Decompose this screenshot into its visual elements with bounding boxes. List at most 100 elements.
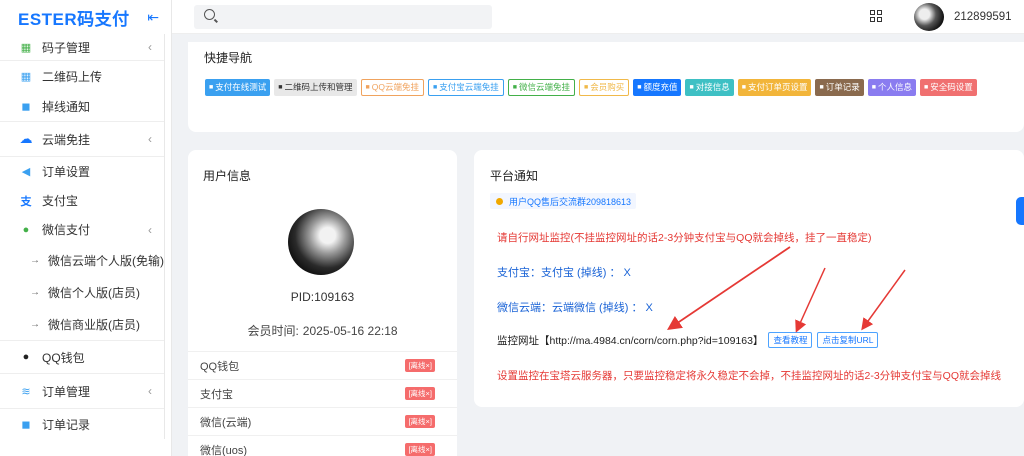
button-icon: ■ bbox=[637, 84, 642, 91]
sidebar-item-label: 码子管理 bbox=[42, 40, 91, 55]
sidebar-item-offline-notice[interactable]: ◼ 掉线通知 bbox=[0, 91, 164, 121]
sidebar-item-alipay[interactable]: 支 支付宝 bbox=[0, 186, 164, 215]
monitor-url-line: 监控网址【http://ma.4984.cn/corn/corn.php?id=… bbox=[497, 332, 879, 348]
sidebar-item-wechat-personal-clerk[interactable]: → 微信个人版(店员) bbox=[0, 276, 164, 308]
sidebar-item-order-management[interactable]: ≋ 订单管理 ‹ bbox=[0, 374, 164, 408]
quick-nav-button[interactable]: ■ 支付在线测试 bbox=[205, 79, 271, 96]
sidebar-item-code-management[interactable]: ▦ 码子管理 ‹ bbox=[0, 34, 164, 60]
sidebar-item-label: QQ钱包 bbox=[42, 350, 85, 365]
notice-line: 请自行网址监控(不挂监控网址的话2-3分钟支付宝与QQ就会掉线，挂了一直稳定) bbox=[497, 232, 872, 244]
sidebar-item-cloud[interactable]: ☁ 云端免挂 ‹ bbox=[0, 122, 164, 156]
notice-line: 设置监控在宝塔云服务器，只要监控稳定将永久稳定不会掉，不挂监控网址的话2-3分钟… bbox=[497, 370, 1002, 382]
button-icon: ■ bbox=[365, 84, 370, 91]
megaphone-icon: ◀ bbox=[21, 166, 31, 178]
qq-group-tag[interactable]: 用户QQ售后交流群209818613 bbox=[490, 193, 637, 209]
quick-nav-button[interactable]: ■ 微信云端免挂 bbox=[507, 79, 575, 96]
quick-nav-button-label: 微信云端免挂 bbox=[518, 82, 570, 92]
dot-icon bbox=[496, 197, 503, 205]
wechat-icon: ● bbox=[22, 223, 30, 236]
sidebar-item-wechat-pay[interactable]: ● 微信支付 ‹ bbox=[0, 215, 164, 244]
sidebar-item-label: 订单管理 bbox=[42, 384, 91, 399]
quick-nav-button[interactable]: ■ 额度充值 bbox=[633, 79, 682, 96]
button-icon: ■ bbox=[871, 84, 876, 91]
top-header: 212899591 bbox=[172, 0, 1024, 34]
quick-nav-button[interactable]: ■ 支付订单页设置 bbox=[737, 79, 812, 96]
sidebar-menu: ▦ 码子管理 ‹ ▦ 二维码上传 ◼ 掉线通知 ☁ 云端免挂 ‹ ◀ 订单设置 … bbox=[0, 34, 165, 439]
avatar[interactable] bbox=[914, 3, 944, 31]
channel-label: 微信(云端) bbox=[200, 416, 252, 429]
apps-grid-icon[interactable] bbox=[870, 10, 882, 22]
user-info-card: 用户信息 PID:109163 会员时间: 2025-05-16 22:18 QQ… bbox=[188, 150, 457, 456]
sidebar-item-order-settings[interactable]: ◀ 订单设置 bbox=[0, 157, 164, 186]
channel-label: QQ钱包 bbox=[200, 360, 240, 373]
status-badge: [离线×] bbox=[405, 359, 435, 372]
quick-nav-button[interactable]: ■ 安全码设置 bbox=[919, 79, 977, 96]
member-label: 会员时间: bbox=[247, 324, 299, 338]
arrow-right-icon: → bbox=[30, 286, 40, 298]
search-input[interactable] bbox=[194, 5, 492, 29]
button-icon: ■ bbox=[689, 84, 694, 91]
sidebar-item-label: 订单记录 bbox=[42, 417, 91, 432]
sidebar-item-label: 支付宝 bbox=[42, 194, 79, 208]
quick-nav-button-label: 支付宝云端免挂 bbox=[439, 82, 499, 92]
brand: ESTER码支付 ⇤ bbox=[0, 0, 171, 34]
quick-nav-button[interactable]: ■ 支付宝云端免挂 bbox=[427, 79, 504, 96]
quick-nav-card: 快捷导航 ■ 支付在线测试 ■ 二维码上传和管理 ■ QQ云端免挂 ■ 支付宝云端免挂 ■ 微信云… bbox=[188, 42, 1024, 132]
collapse-sidebar-icon[interactable]: ⇤ bbox=[147, 9, 159, 26]
sidebar-item-wechat-cloud-personal[interactable]: → 微信云端个人版(免输) bbox=[0, 244, 164, 276]
quick-nav-button[interactable]: ■ 对接信息 bbox=[685, 79, 734, 96]
grid-icon: ▦ bbox=[20, 41, 32, 54]
sidebar-item-label: 微信支付 bbox=[42, 223, 91, 237]
sidebar-item-label: 掉线通知 bbox=[42, 99, 91, 114]
quick-nav-button[interactable]: ■ 二维码上传和管理 bbox=[274, 79, 357, 96]
avatar bbox=[288, 209, 354, 275]
floating-side-button[interactable] bbox=[1016, 197, 1024, 225]
quick-nav-button-label: 额度充值 bbox=[643, 82, 678, 92]
list-item: 支付宝 [离线×] bbox=[188, 379, 457, 407]
quick-nav-title: 快捷导航 bbox=[204, 51, 253, 65]
list-item: QQ钱包 [离线×] bbox=[188, 351, 457, 379]
quick-nav-button[interactable]: ■ QQ云端免挂 bbox=[360, 79, 424, 96]
button-icon: ■ bbox=[432, 84, 438, 91]
sidebar-item-order-records[interactable]: ◼ 订单记录 bbox=[0, 409, 164, 439]
quick-nav-button-label: 二维码上传和管理 bbox=[284, 82, 353, 92]
sidebar-item-qq-wallet[interactable]: ● QQ钱包 bbox=[0, 341, 164, 373]
pid: PID:109163 bbox=[290, 290, 355, 304]
chevron-left-icon: ‹ bbox=[148, 40, 152, 54]
quick-nav-button[interactable]: ■ 会员购买 bbox=[578, 79, 630, 96]
quick-nav-buttons: ■ 支付在线测试 ■ 二维码上传和管理 ■ QQ云端免挂 ■ 支付宝云端免挂 ■ 微信云端免挂 ■ 会… bbox=[205, 79, 1005, 96]
channel-label: 微信(uos) bbox=[200, 444, 248, 456]
sidebar-item-label: 订单设置 bbox=[42, 165, 91, 179]
quick-nav-button-label: QQ云端免挂 bbox=[371, 82, 419, 92]
quick-nav-button-label: 对接信息 bbox=[695, 82, 730, 92]
quick-nav-button-label: 支付订单页设置 bbox=[747, 82, 808, 92]
channel-label: 支付宝 bbox=[200, 388, 233, 401]
quick-nav-button[interactable]: ■ 个人信息 bbox=[867, 79, 916, 96]
sidebar: ESTER码支付 ⇤ ▦ 码子管理 ‹ ▦ 二维码上传 ◼ 掉线通知 ☁ 云端免… bbox=[0, 0, 172, 456]
qq-group-text: 用户QQ售后交流群209818613 bbox=[509, 196, 632, 207]
status-badge: [离线×] bbox=[405, 443, 435, 456]
button-icon: ■ bbox=[278, 84, 283, 91]
alipay-icon: 支 bbox=[20, 195, 32, 208]
chevron-left-icon: ‹ bbox=[148, 384, 152, 398]
status-badge: [离线×] bbox=[405, 387, 435, 400]
button-icon: ■ bbox=[741, 84, 746, 91]
button-icon: ■ bbox=[583, 84, 589, 91]
copy-url-button[interactable]: 点击复制URL bbox=[817, 332, 879, 348]
chevron-down-icon: ‹ bbox=[148, 222, 152, 237]
layers-icon: ≋ bbox=[21, 385, 31, 398]
cloud-icon: ☁ bbox=[19, 131, 33, 146]
sidebar-item-wechat-business-clerk[interactable]: → 微信商业版(店员) bbox=[0, 308, 164, 340]
quick-nav-button[interactable]: ■ 订单记录 bbox=[815, 79, 864, 96]
button-icon: ■ bbox=[512, 84, 517, 91]
view-tutorial-button[interactable]: 查看教程 bbox=[768, 332, 813, 348]
notice-title: 平台通知 bbox=[490, 169, 539, 183]
quick-nav-button-label: 会员购买 bbox=[590, 82, 625, 92]
button-icon: ■ bbox=[209, 84, 214, 91]
username[interactable]: 212899591 bbox=[954, 11, 1012, 23]
sidebar-item-label: 微信商业版(店员) bbox=[48, 317, 140, 332]
quick-nav-button-label: 支付在线测试 bbox=[215, 82, 267, 92]
sidebar-item-qrcode-upload[interactable]: ▦ 二维码上传 bbox=[0, 61, 164, 91]
button-icon: ■ bbox=[923, 84, 929, 91]
list-item: 微信(云端) [离线×] bbox=[188, 407, 457, 435]
